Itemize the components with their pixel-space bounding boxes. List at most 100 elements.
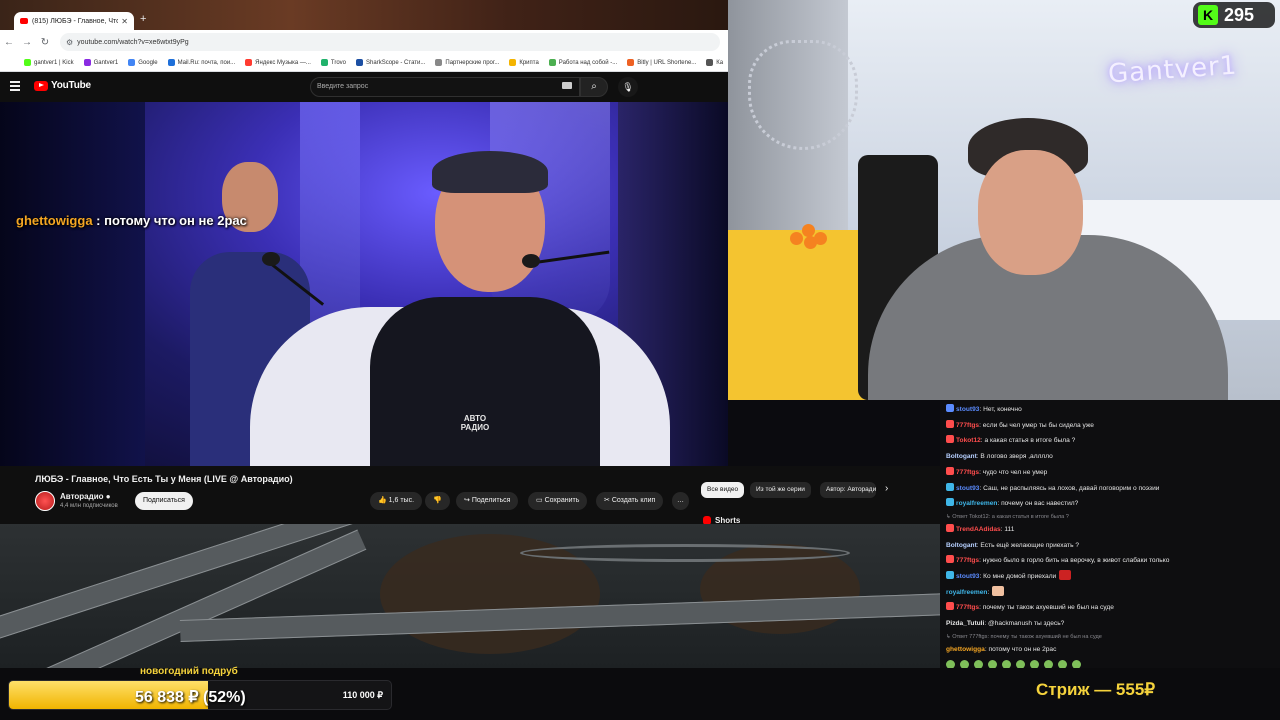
overlay-chat-nick: ghettowigga <box>16 213 93 228</box>
bookmark-item[interactable]: Google <box>128 59 158 66</box>
chat-nick[interactable]: royalfreemen <box>956 500 997 507</box>
chat-message: 777ftgs: если бы чел умер ты бы сидела у… <box>946 418 1274 434</box>
site-info-icon[interactable]: ⚙ <box>66 38 73 47</box>
emote-icon[interactable] <box>1016 659 1025 668</box>
video-player[interactable]: АВТО РАДИО <box>0 102 728 466</box>
new-tab-button[interactable]: + <box>140 13 146 25</box>
emote-icon[interactable] <box>974 659 983 668</box>
chat-reply-context-2: ↳ Ответ 777ftgs: почему ты також ахуевши… <box>946 633 1102 640</box>
chat-messages-2: TrendAAdidas: 111 Boltogant: Есть ещё жел… <box>946 522 1274 632</box>
bookmark-item[interactable]: Ка <box>706 59 723 66</box>
donation-ticker: Стриж — 555₽ <box>1036 680 1156 699</box>
menu-icon[interactable] <box>10 81 20 91</box>
kick-logo-icon: K <box>1198 5 1218 25</box>
share-button[interactable]: ↪ Поделиться <box>456 492 519 510</box>
bookmark-label: Gantver1 <box>93 59 119 66</box>
bookmark-item[interactable]: SharkScope - Стати... <box>356 59 425 66</box>
chip-all-videos[interactable]: Все видео <box>701 482 745 498</box>
tab-youtube[interactable]: (815) ЛЮБЭ - Главное, Что Ес ✕ <box>14 12 134 30</box>
bookmark-item[interactable]: Mail.Ru: почта, пои... <box>167 59 235 66</box>
vest-logo: АВТО РАДИО <box>445 414 505 433</box>
search-input[interactable]: Введите запрос <box>310 77 580 97</box>
back-icon[interactable]: ← <box>0 37 18 48</box>
chip-same-series[interactable]: Из той же серии <box>750 482 811 498</box>
chevron-right-icon[interactable]: › <box>885 483 888 494</box>
chat-nick[interactable]: Tokot12 <box>956 437 981 444</box>
emote-icon[interactable] <box>1030 659 1039 668</box>
forward-icon[interactable]: → <box>18 37 36 48</box>
youtube-logo[interactable]: YouTube <box>34 80 91 91</box>
chat-nick[interactable]: stout93 <box>956 573 979 580</box>
chat-message: stout93: Саш, не распыляясь на лохов, да… <box>946 481 1274 497</box>
oranges <box>790 222 834 250</box>
bookmark-item[interactable]: Bitly | URL Shortene... <box>627 59 696 66</box>
emote-icon[interactable] <box>1072 659 1081 668</box>
chat-nick[interactable]: Pizda_Tutuli <box>946 620 984 627</box>
emote-icon <box>1059 570 1072 581</box>
clip-button[interactable]: ✂ Создать клип <box>596 492 664 510</box>
donation-goal-current: 56 838 ₽ (52%) <box>135 689 246 706</box>
save-label: Сохранить <box>544 497 580 504</box>
save-button[interactable]: ▭ Сохранить <box>528 492 588 510</box>
chat-message: 777ftgs: чудо что чел не умер <box>946 465 1274 481</box>
bookmark-favicon-icon <box>83 59 91 66</box>
search-button[interactable]: ⌕ <box>580 77 608 97</box>
microphone-icon[interactable]: 🎙 <box>618 77 638 97</box>
reload-icon[interactable]: ↻ <box>36 37 54 48</box>
bookmark-item[interactable]: Яндекс Музыка —... <box>245 59 311 66</box>
webcam-feed: Gantver1 <box>728 0 1280 400</box>
chat-message: Boltogant: Есть ещё желающие приехать ? <box>946 538 1274 554</box>
bookmark-item[interactable]: Работа над собой -... <box>548 59 617 66</box>
tab-close-icon[interactable]: ✕ <box>121 17 128 26</box>
subscribe-button[interactable]: Подписаться <box>135 492 193 510</box>
bookmark-favicon-icon <box>627 59 635 66</box>
chat-nick[interactable]: stout93 <box>956 485 979 492</box>
viewer-count: 295 <box>1224 4 1255 25</box>
chat-nick[interactable]: stout93 <box>956 406 979 413</box>
bookmark-label: Крипта <box>519 59 539 66</box>
emote-icon[interactable] <box>1044 659 1053 668</box>
bookmark-label: Bitly | URL Shortene... <box>637 59 697 66</box>
table <box>728 230 868 400</box>
chat-nick[interactable]: ghettowigga <box>946 646 985 653</box>
bookmark-item[interactable]: Gantver1 <box>83 59 119 66</box>
chat-nick[interactable]: 777ftgs <box>956 557 979 564</box>
chat-nick[interactable]: 777ftgs <box>956 422 979 429</box>
chat-nick[interactable]: Boltogant <box>946 542 977 549</box>
bookmark-item[interactable]: Партнерские прог... <box>435 59 499 66</box>
chat-nick[interactable]: Boltogant <box>946 453 977 460</box>
url-input[interactable]: ⚙ youtube.com/watch?v=xe6wtxt9yPg <box>60 33 720 51</box>
streamer-face <box>978 150 1083 275</box>
bookmark-label: Яндекс Музыка —... <box>255 59 311 66</box>
chat-text: : почему ты також ахуевший не был на суд… <box>979 604 1114 612</box>
chat-nick[interactable]: 777ftgs <box>956 604 979 611</box>
channel-name[interactable]: Авторадио ● <box>60 492 111 501</box>
channel-avatar[interactable] <box>35 491 55 511</box>
emote-icon[interactable] <box>946 659 955 668</box>
like-button[interactable]: 👍 1,6 тыс. <box>370 492 423 510</box>
chat-messages: stout93: Нет, конечно 777ftgs: если бы че… <box>946 402 1274 512</box>
video-info: ЛЮБЭ - Главное, Что Есть Ты у Меня (LIVE… <box>0 466 940 525</box>
emote-icon[interactable] <box>1002 659 1011 668</box>
keyboard-icon[interactable] <box>562 82 572 89</box>
bookmark-item[interactable]: Trovo <box>320 59 347 66</box>
badge-icon <box>946 602 954 611</box>
chat-nick[interactable]: royalfreemen <box>946 589 987 596</box>
emote-icon[interactable] <box>988 659 997 668</box>
chat-nick[interactable]: 777ftgs <box>956 469 979 476</box>
emote-icon[interactable] <box>960 659 969 668</box>
channel-subscribers: 4,4 млн подписчиков <box>60 503 118 509</box>
chat-nick[interactable]: TrendAAdidas <box>956 526 1001 533</box>
bookmark-item[interactable]: Крипта <box>509 59 539 66</box>
chat-message: Boltogant: В логово зверя ,аллллo <box>946 449 1274 465</box>
chip-author[interactable]: Автор: Авторади <box>820 482 876 498</box>
dislike-button[interactable]: 👎 <box>425 492 450 510</box>
more-actions-button[interactable]: … <box>672 492 689 510</box>
emote-icon[interactable] <box>1058 659 1067 668</box>
donation-goal-bar: 56 838 ₽ (52%) 110 000 ₽ <box>8 680 392 710</box>
bookmark-item[interactable]: gantver1 | Kick <box>24 59 74 66</box>
chat-text: : Ко мне домой приехали <box>979 573 1057 581</box>
bookmark-favicon-icon <box>320 59 328 66</box>
youtube-header: YouTube Введите запрос ⌕ 🎙 <box>0 72 728 102</box>
bookmark-label: Trovo <box>330 59 347 66</box>
